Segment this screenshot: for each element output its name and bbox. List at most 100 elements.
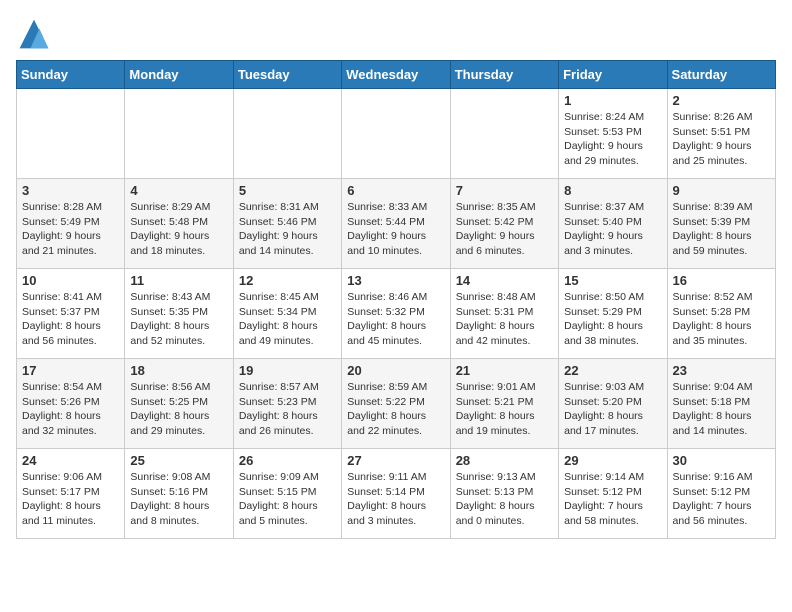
day-number: 7 xyxy=(456,183,553,198)
day-number: 23 xyxy=(673,363,770,378)
day-info: Sunrise: 8:37 AM Sunset: 5:40 PM Dayligh… xyxy=(564,200,661,259)
day-cell: 3 Sunrise: 8:28 AM Sunset: 5:49 PM Daylig… xyxy=(17,179,125,269)
day-cell: 25 Sunrise: 9:08 AM Sunset: 5:16 PM Dayli… xyxy=(125,449,233,539)
day-number: 26 xyxy=(239,453,336,468)
day-info: Sunrise: 8:48 AM Sunset: 5:31 PM Dayligh… xyxy=(456,290,553,349)
day-info: Sunrise: 8:35 AM Sunset: 5:42 PM Dayligh… xyxy=(456,200,553,259)
weekday-header-wednesday: Wednesday xyxy=(342,61,450,89)
day-cell: 22Sunrise: 9:03 AM Sunset: 5:20 PM Dayli… xyxy=(559,359,667,449)
day-number: 4 xyxy=(130,183,227,198)
week-row-4: 17 Sunrise: 8:54 AM Sunset: 5:26 PM Dayli… xyxy=(17,359,776,449)
day-cell: 7 Sunrise: 8:35 AM Sunset: 5:42 PM Daylig… xyxy=(450,179,558,269)
day-number: 17 xyxy=(22,363,119,378)
day-cell: 28 Sunrise: 9:13 AM Sunset: 5:13 PM Dayli… xyxy=(450,449,558,539)
calendar-table: SundayMondayTuesdayWednesdayThursdayFrid… xyxy=(16,60,776,539)
week-row-1: 1Sunrise: 8:24 AM Sunset: 5:53 PM Daylig… xyxy=(17,89,776,179)
week-row-5: 24 Sunrise: 9:06 AM Sunset: 5:17 PM Dayli… xyxy=(17,449,776,539)
day-cell: 26 Sunrise: 9:09 AM Sunset: 5:15 PM Dayli… xyxy=(233,449,341,539)
day-number: 3 xyxy=(22,183,119,198)
day-info: Sunrise: 8:33 AM Sunset: 5:44 PM Dayligh… xyxy=(347,200,444,259)
day-info: Sunrise: 8:46 AM Sunset: 5:32 PM Dayligh… xyxy=(347,290,444,349)
day-cell: 23 Sunrise: 9:04 AM Sunset: 5:18 PM Dayli… xyxy=(667,359,775,449)
day-number: 10 xyxy=(22,273,119,288)
day-info: Sunrise: 8:28 AM Sunset: 5:49 PM Dayligh… xyxy=(22,200,119,259)
day-info: Sunrise: 9:03 AM Sunset: 5:20 PM Dayligh… xyxy=(564,380,661,439)
day-cell xyxy=(17,89,125,179)
day-cell: 14 Sunrise: 8:48 AM Sunset: 5:31 PM Dayli… xyxy=(450,269,558,359)
day-info: Sunrise: 9:04 AM Sunset: 5:18 PM Dayligh… xyxy=(673,380,770,439)
day-cell: 12Sunrise: 8:45 AM Sunset: 5:34 PM Dayli… xyxy=(233,269,341,359)
day-number: 5 xyxy=(239,183,336,198)
day-info: Sunrise: 9:01 AM Sunset: 5:21 PM Dayligh… xyxy=(456,380,553,439)
day-number: 14 xyxy=(456,273,553,288)
day-number: 24 xyxy=(22,453,119,468)
day-number: 29 xyxy=(564,453,661,468)
day-info: Sunrise: 8:57 AM Sunset: 5:23 PM Dayligh… xyxy=(239,380,336,439)
day-cell xyxy=(342,89,450,179)
day-number: 9 xyxy=(673,183,770,198)
day-number: 11 xyxy=(130,273,227,288)
weekday-header-tuesday: Tuesday xyxy=(233,61,341,89)
day-cell: 30Sunrise: 9:16 AM Sunset: 5:12 PM Dayli… xyxy=(667,449,775,539)
day-cell: 19 Sunrise: 8:57 AM Sunset: 5:23 PM Dayli… xyxy=(233,359,341,449)
day-info: Sunrise: 9:06 AM Sunset: 5:17 PM Dayligh… xyxy=(22,470,119,529)
weekday-header-sunday: Sunday xyxy=(17,61,125,89)
day-cell xyxy=(233,89,341,179)
day-info: Sunrise: 8:26 AM Sunset: 5:51 PM Dayligh… xyxy=(673,110,770,169)
day-cell: 2 Sunrise: 8:26 AM Sunset: 5:51 PM Daylig… xyxy=(667,89,775,179)
day-info: Sunrise: 9:14 AM Sunset: 5:12 PM Dayligh… xyxy=(564,470,661,529)
day-number: 15 xyxy=(564,273,661,288)
day-cell: 15 Sunrise: 8:50 AM Sunset: 5:29 PM Dayli… xyxy=(559,269,667,359)
day-info: Sunrise: 8:41 AM Sunset: 5:37 PM Dayligh… xyxy=(22,290,119,349)
day-info: Sunrise: 8:52 AM Sunset: 5:28 PM Dayligh… xyxy=(673,290,770,349)
day-number: 6 xyxy=(347,183,444,198)
weekday-header-saturday: Saturday xyxy=(667,61,775,89)
day-cell: 21 Sunrise: 9:01 AM Sunset: 5:21 PM Dayli… xyxy=(450,359,558,449)
day-number: 30 xyxy=(673,453,770,468)
day-number: 21 xyxy=(456,363,553,378)
weekday-header-row: SundayMondayTuesdayWednesdayThursdayFrid… xyxy=(17,61,776,89)
day-cell: 13 Sunrise: 8:46 AM Sunset: 5:32 PM Dayli… xyxy=(342,269,450,359)
day-info: Sunrise: 8:45 AM Sunset: 5:34 PM Dayligh… xyxy=(239,290,336,349)
day-cell: 27 Sunrise: 9:11 AM Sunset: 5:14 PM Dayli… xyxy=(342,449,450,539)
weekday-header-thursday: Thursday xyxy=(450,61,558,89)
day-cell xyxy=(450,89,558,179)
weekday-header-friday: Friday xyxy=(559,61,667,89)
logo xyxy=(16,16,58,52)
day-number: 20 xyxy=(347,363,444,378)
day-number: 28 xyxy=(456,453,553,468)
day-info: Sunrise: 8:43 AM Sunset: 5:35 PM Dayligh… xyxy=(130,290,227,349)
day-info: Sunrise: 8:24 AM Sunset: 5:53 PM Dayligh… xyxy=(564,110,661,169)
day-info: Sunrise: 9:09 AM Sunset: 5:15 PM Dayligh… xyxy=(239,470,336,529)
day-cell: 4 Sunrise: 8:29 AM Sunset: 5:48 PM Daylig… xyxy=(125,179,233,269)
day-info: Sunrise: 9:08 AM Sunset: 5:16 PM Dayligh… xyxy=(130,470,227,529)
day-number: 2 xyxy=(673,93,770,108)
day-cell: 16Sunrise: 8:52 AM Sunset: 5:28 PM Dayli… xyxy=(667,269,775,359)
day-cell: 17 Sunrise: 8:54 AM Sunset: 5:26 PM Dayli… xyxy=(17,359,125,449)
day-info: Sunrise: 8:56 AM Sunset: 5:25 PM Dayligh… xyxy=(130,380,227,439)
day-cell: 9 Sunrise: 8:39 AM Sunset: 5:39 PM Daylig… xyxy=(667,179,775,269)
day-info: Sunrise: 8:54 AM Sunset: 5:26 PM Dayligh… xyxy=(22,380,119,439)
day-info: Sunrise: 8:31 AM Sunset: 5:46 PM Dayligh… xyxy=(239,200,336,259)
day-cell: 11 Sunrise: 8:43 AM Sunset: 5:35 PM Dayli… xyxy=(125,269,233,359)
day-info: Sunrise: 8:50 AM Sunset: 5:29 PM Dayligh… xyxy=(564,290,661,349)
day-cell: 8Sunrise: 8:37 AM Sunset: 5:40 PM Daylig… xyxy=(559,179,667,269)
day-info: Sunrise: 9:13 AM Sunset: 5:13 PM Dayligh… xyxy=(456,470,553,529)
week-row-3: 10 Sunrise: 8:41 AM Sunset: 5:37 PM Dayli… xyxy=(17,269,776,359)
day-number: 25 xyxy=(130,453,227,468)
day-cell: 1Sunrise: 8:24 AM Sunset: 5:53 PM Daylig… xyxy=(559,89,667,179)
day-number: 27 xyxy=(347,453,444,468)
day-cell: 5 Sunrise: 8:31 AM Sunset: 5:46 PM Daylig… xyxy=(233,179,341,269)
weekday-header-monday: Monday xyxy=(125,61,233,89)
day-info: Sunrise: 8:39 AM Sunset: 5:39 PM Dayligh… xyxy=(673,200,770,259)
day-number: 19 xyxy=(239,363,336,378)
logo-icon xyxy=(16,16,52,52)
day-cell: 24 Sunrise: 9:06 AM Sunset: 5:17 PM Dayli… xyxy=(17,449,125,539)
day-cell: 6 Sunrise: 8:33 AM Sunset: 5:44 PM Daylig… xyxy=(342,179,450,269)
day-info: Sunrise: 8:59 AM Sunset: 5:22 PM Dayligh… xyxy=(347,380,444,439)
day-info: Sunrise: 8:29 AM Sunset: 5:48 PM Dayligh… xyxy=(130,200,227,259)
day-cell: 10 Sunrise: 8:41 AM Sunset: 5:37 PM Dayli… xyxy=(17,269,125,359)
header xyxy=(16,16,776,52)
day-number: 13 xyxy=(347,273,444,288)
day-info: Sunrise: 9:11 AM Sunset: 5:14 PM Dayligh… xyxy=(347,470,444,529)
